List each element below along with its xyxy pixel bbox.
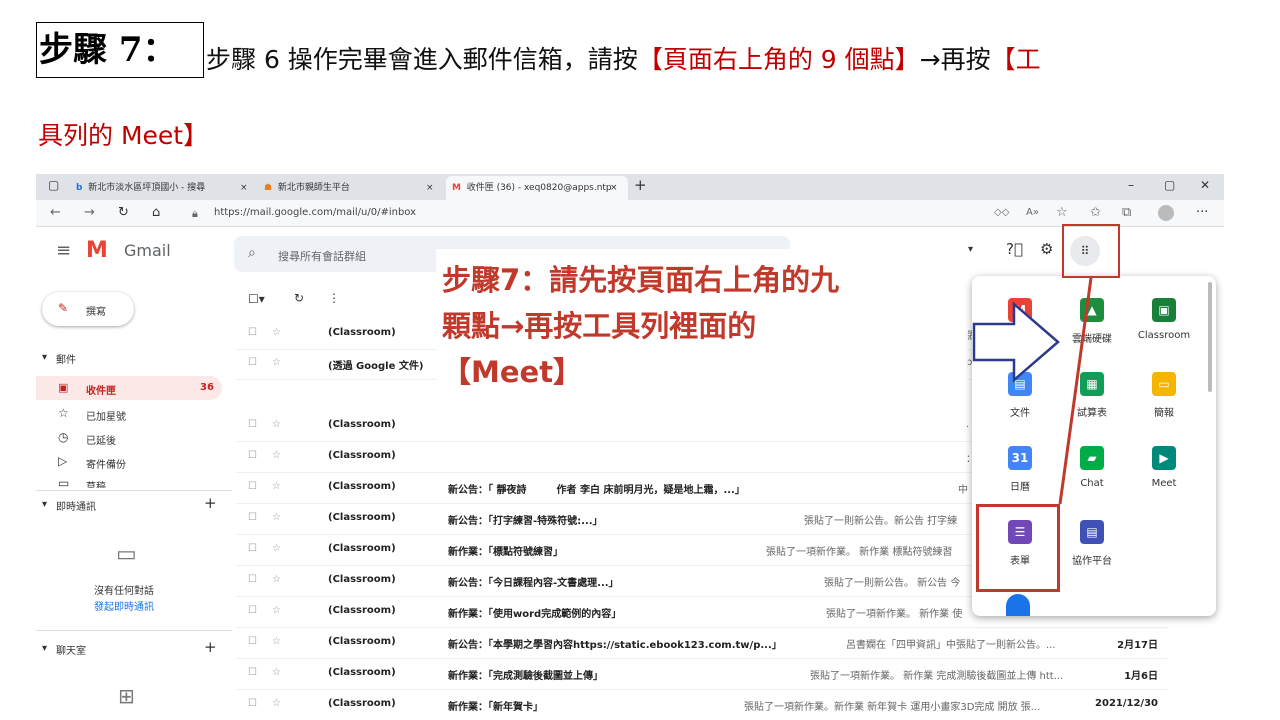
browser-screenshot: ▢ b 新北市淡水區坪頂國小 - 搜尋 × ☗ 新北市親師生平台 × M 收件匣… — [36, 174, 1224, 720]
step-label-box: 步驟 7： — [36, 22, 204, 78]
annotation-arrows — [972, 277, 1093, 505]
red-connector-line — [1058, 277, 1093, 505]
instruction-text: 步驟 6 操作完畢會進入郵件信箱，請按 — [206, 45, 638, 74]
instruction-arrow: →再按 — [919, 45, 991, 74]
blue-outline-arrow-icon — [972, 301, 1060, 383]
instruction-highlight-meet-start: 【工 — [990, 45, 1041, 74]
instruction-highlight-apps: 【頁面右上角的 9 個點】 — [637, 45, 920, 74]
instruction-line-2: 具列的 Meet】 — [38, 121, 209, 150]
instruction-line-1: 步驟 6 操作完畢會進入郵件信箱，請按【頁面右上角的 9 個點】→再按【工 — [206, 40, 1041, 76]
